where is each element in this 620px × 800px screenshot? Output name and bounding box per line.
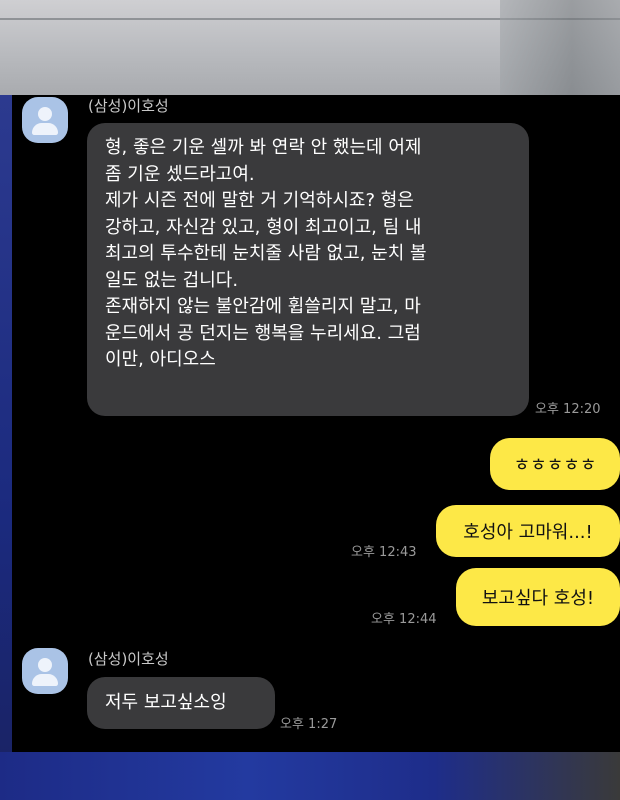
background-photo-top: [0, 0, 620, 95]
message-line: 최고의 투수한테 눈치줄 사람 없고, 눈치 볼: [105, 243, 427, 264]
message-timestamp: 오후 12:20: [535, 402, 601, 417]
sender-name: (삼성)이호성: [88, 97, 169, 115]
incoming-message-bubble[interactable]: 저두 보고싶소잉: [87, 677, 275, 729]
message-line: 좀 기운 셌드라고여.: [105, 163, 255, 185]
message-timestamp: 오후 12:43: [351, 545, 417, 560]
sender-avatar-icon[interactable]: [22, 97, 68, 143]
background-pipe: [500, 0, 620, 95]
message-line: 존재하지 않는 불안감에 휩쓸리지 말고, 마: [105, 296, 421, 317]
message-line: 일도 없는 겁니다.: [105, 269, 239, 291]
sender-avatar-icon[interactable]: [22, 648, 68, 694]
message-timestamp: 오후 1:27: [280, 717, 338, 732]
incoming-message-bubble[interactable]: 형, 좋은 기운 셀까 봐 연락 안 했는데 어제 좀 기운 셌드라고여. 제가…: [87, 123, 529, 416]
message-line: 이만, 아디오스: [105, 349, 216, 370]
outgoing-message-bubble[interactable]: ㅎㅎㅎㅎㅎ: [490, 438, 620, 490]
sender-name: (삼성)이호성: [88, 650, 169, 668]
message-line: 저두 보고싶소잉: [105, 691, 227, 713]
background-photo-left: [0, 95, 12, 800]
message-line: 운드에서 공 던지는 행복을 누리세요. 그럼: [105, 322, 421, 344]
outgoing-message-bubble[interactable]: 호성아 고마워...!: [436, 505, 620, 557]
chat-screenshot: (삼성)이호성 형, 좋은 기운 셀까 봐 연락 안 했는데 어제 좀 기운 셌…: [12, 95, 620, 752]
message-line: 형, 좋은 기운 셀까 봐 연락 안 했는데 어제: [105, 137, 422, 158]
message-line: 제가 시즌 전에 말한 거 기억하시죠? 형은: [105, 190, 414, 211]
message-line: 강하고, 자신감 있고, 형이 최고이고, 팀 내: [105, 216, 422, 238]
message-timestamp: 오후 12:44: [371, 612, 437, 627]
background-photo-bottom: [0, 752, 620, 800]
outgoing-message-bubble[interactable]: 보고싶다 호성!: [456, 568, 620, 626]
